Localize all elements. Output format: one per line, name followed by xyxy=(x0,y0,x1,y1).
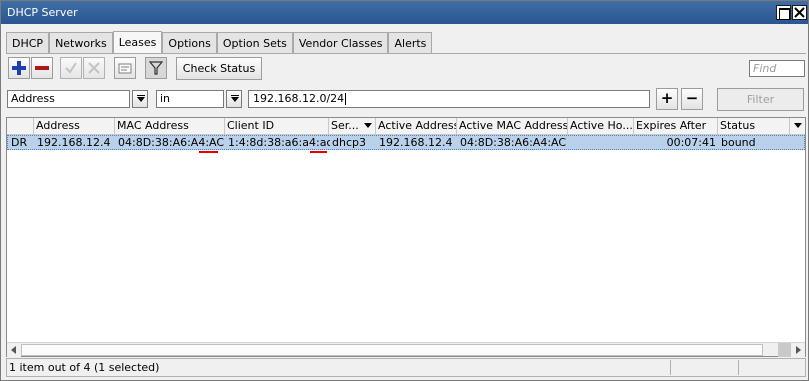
status-divider xyxy=(670,360,671,375)
cell-mac-address: 04:8D:38:A6:A4:AC xyxy=(118,136,225,149)
filter-value-input[interactable]: 192.168.12.0/24 xyxy=(248,90,650,108)
cell-active-address: 192.168.12.4 xyxy=(379,136,453,149)
status-divider xyxy=(738,360,739,375)
add-filter-button[interactable]: + xyxy=(656,88,678,110)
scroll-right-icon[interactable] xyxy=(791,343,805,357)
cell-active-hostname xyxy=(569,136,635,150)
enable-button[interactable] xyxy=(60,57,82,79)
table-row[interactable]: DR 192.168.12.4 04:8D:38:A6:A4:AC 1:4:8d… xyxy=(7,135,805,150)
plus-icon xyxy=(12,61,26,75)
cell-status: bound xyxy=(721,136,756,149)
text-caret xyxy=(345,93,347,105)
cell-client-id: 1:4:8d:38:a6:a4:ac xyxy=(228,136,330,149)
column-header-address[interactable]: Address xyxy=(34,118,115,135)
column-header-server-label: Ser... xyxy=(331,119,359,132)
remove-filter-button[interactable]: − xyxy=(681,88,703,110)
tab-divider xyxy=(6,53,806,54)
column-header-active-mac-address[interactable]: Active MAC Address xyxy=(457,118,568,135)
tab-leases[interactable]: Leases xyxy=(112,31,163,54)
cell-active-mac-address: 04:8D:38:A6:A4:AC xyxy=(460,136,567,149)
leases-table: Address MAC Address Client ID Ser... Act… xyxy=(6,117,806,357)
funnel-icon xyxy=(149,61,163,75)
column-header-status[interactable]: Status xyxy=(718,118,790,135)
cell-expires-after: 00:07:41 xyxy=(666,136,716,149)
close-icon xyxy=(794,7,805,18)
column-header-server[interactable]: Ser... xyxy=(329,118,376,135)
status-bar: 1 item out of 4 (1 selected) xyxy=(6,358,806,377)
table-header: Address MAC Address Client ID Ser... Act… xyxy=(7,118,805,135)
column-header-client-id[interactable]: Client ID xyxy=(225,118,329,135)
tab-bar: DHCP Networks Leases Options Option Sets… xyxy=(6,31,433,54)
filter-operator-dropdown-icon[interactable] xyxy=(226,90,242,108)
horizontal-scrollbar[interactable] xyxy=(7,342,805,357)
comment-button[interactable] xyxy=(114,57,136,79)
tab-options[interactable]: Options xyxy=(162,32,217,54)
check-status-button[interactable]: Check Status xyxy=(176,57,262,80)
cell-address: 192.168.12.4 xyxy=(37,136,111,149)
filter-field-select[interactable]: Address xyxy=(7,90,130,108)
filter-toggle-button[interactable] xyxy=(145,57,167,79)
dhcp-server-window: DHCP Server DHCP Networks Leases Options… xyxy=(0,0,809,381)
find-input[interactable]: Find xyxy=(749,60,805,77)
close-button[interactable] xyxy=(792,5,807,20)
disable-button[interactable] xyxy=(83,57,105,79)
tab-option-sets[interactable]: Option Sets xyxy=(216,32,293,54)
column-header-expires-after[interactable]: Expires After xyxy=(634,118,718,135)
column-header-active-address[interactable]: Active Address xyxy=(376,118,457,135)
columns-menu-button[interactable] xyxy=(790,118,805,135)
status-text: 1 item out of 4 (1 selected) xyxy=(9,361,160,374)
filter-operator-select[interactable]: in xyxy=(156,90,224,108)
cross-icon xyxy=(88,62,100,74)
tab-networks[interactable]: Networks xyxy=(49,32,113,54)
filter-field-dropdown-icon[interactable] xyxy=(132,90,148,108)
maximize-button[interactable] xyxy=(776,5,791,20)
scrollbar-thumb[interactable] xyxy=(21,344,763,356)
tab-dhcp[interactable]: DHCP xyxy=(6,32,50,54)
minus-icon xyxy=(35,66,49,70)
window-title: DHCP Server xyxy=(7,6,78,19)
scroll-left-icon[interactable] xyxy=(7,343,21,357)
check-icon xyxy=(65,62,77,74)
sort-arrow-icon xyxy=(361,118,375,134)
cell-server: dhcp3 xyxy=(332,136,366,149)
filter-value-text: 192.168.12.0/24 xyxy=(253,92,345,105)
filter-bar: Address in 192.168.12.0/24 + − Filter xyxy=(6,88,806,111)
cell-flags: DR xyxy=(11,136,28,149)
toolbar: Check Status Find xyxy=(6,57,806,81)
title-bar[interactable]: DHCP Server xyxy=(1,1,808,24)
column-header-active-hostname[interactable]: Active Ho... xyxy=(568,118,634,135)
remove-button[interactable] xyxy=(31,57,53,79)
client-id-suffix-underline xyxy=(310,151,327,153)
comment-icon xyxy=(118,63,132,74)
mac-suffix-underline xyxy=(199,151,218,153)
filter-button[interactable]: Filter xyxy=(717,88,804,111)
tab-vendor-classes[interactable]: Vendor Classes xyxy=(292,32,389,54)
column-header-flags[interactable] xyxy=(7,118,34,135)
column-header-mac-address[interactable]: MAC Address xyxy=(115,118,225,135)
chevron-down-icon xyxy=(791,118,805,134)
add-button[interactable] xyxy=(8,57,30,79)
tab-alerts[interactable]: Alerts xyxy=(388,32,433,54)
